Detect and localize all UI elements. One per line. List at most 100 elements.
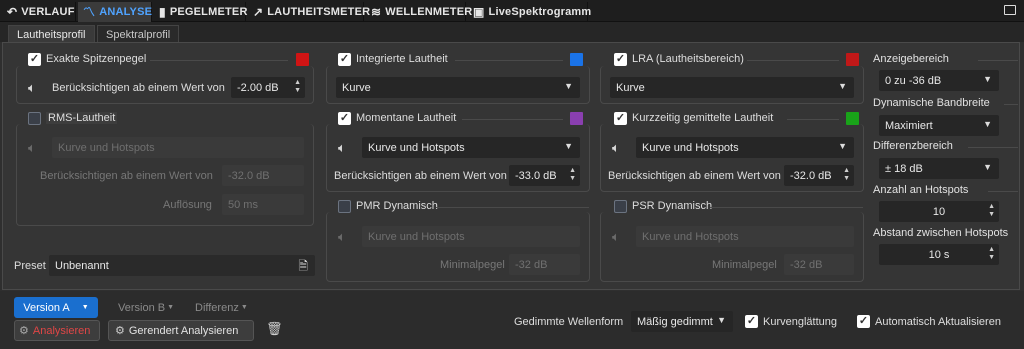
render-analyze-button[interactable]: ⚙ Gerendert Analysieren	[108, 320, 254, 341]
tab-spektralprofil[interactable]: Spektralprofil	[97, 25, 180, 43]
dyn-value: Maximiert	[885, 119, 933, 132]
chevron-down-icon: ▼	[983, 119, 992, 129]
integrated-color-swatch[interactable]	[570, 53, 583, 66]
psr-min-label: Minimalpegel	[712, 259, 777, 271]
dyn-dropdown[interactable]: Maximiert ▼	[879, 115, 999, 136]
chevron-down-icon: ▼	[167, 304, 175, 311]
lra-mode-dropdown[interactable]: Kurve ▼	[610, 77, 854, 98]
tab-verlauf-label: VERLAUF	[21, 6, 75, 18]
tab-lautheitsmeter-label: LAUTHEITSMETER	[267, 6, 371, 18]
tab-livespektrogramm[interactable]: ▣ LiveSpektrogramm	[468, 2, 591, 22]
exakte-checkbox[interactable]: ✓	[28, 53, 41, 66]
difference-button[interactable]: Differenz ▼	[195, 297, 248, 318]
rms-value-stepper[interactable]: -32.0 dB	[222, 165, 304, 186]
stepper-arrows-icon[interactable]: ▲ ▼	[294, 79, 301, 95]
stepper-arrows-icon[interactable]: ▲ ▼	[843, 167, 850, 183]
waveform-value: Mäßig gedimmt	[637, 315, 713, 328]
tab-pegelmeter-label: PEGELMETER	[169, 6, 248, 18]
integrated-mode-dropdown[interactable]: Kurve ▼	[336, 77, 580, 98]
tab-analyse-label: ANALYSE	[99, 6, 153, 18]
auto-update-checkbox[interactable]: ✓	[857, 315, 870, 328]
hotspots-stepper[interactable]: 10 ▲ ▼	[879, 201, 999, 222]
version-a-button[interactable]: Version A ▼	[14, 297, 98, 318]
chevron-down-icon: ▼	[717, 315, 726, 325]
exakte-value-stepper[interactable]: -2.00 dB ▲ ▼	[231, 77, 305, 98]
tab-verlauf[interactable]: ↶ VERLAUF	[2, 2, 76, 22]
version-b-button[interactable]: Version B ▼	[118, 297, 174, 318]
short-term-mode-value: Kurve und Hotspots	[642, 141, 739, 154]
short-term-consider-label: Berücksichtigen ab einem Wert von	[608, 170, 781, 182]
integrated-checkbox[interactable]: ✓	[338, 53, 351, 66]
distance-value: 10 s	[928, 248, 950, 261]
hotspots-label: Anzahl an Hotspots	[873, 184, 969, 196]
exakte-color-swatch[interactable]	[296, 53, 309, 66]
pmr-mode-dropdown[interactable]: Kurve und Hotspots	[362, 226, 580, 247]
difference-label: Differenz	[195, 301, 239, 314]
lra-label: LRA (Lautheitsbereich)	[632, 53, 744, 65]
integrated-label: Integrierte Lautheit	[356, 53, 448, 65]
rms-res-value: 50 ms	[228, 198, 258, 211]
momentary-mode-dropdown[interactable]: Kurve und Hotspots ▼	[362, 137, 580, 158]
chevron-down-icon: ▼	[983, 74, 992, 84]
speaker-icon: 🔈︎	[338, 140, 346, 155]
psr-min-stepper[interactable]: -32 dB	[784, 254, 854, 275]
preset-label: Preset	[14, 260, 46, 272]
rms-mode-dropdown[interactable]: Kurve und Hotspots	[52, 137, 304, 158]
tab-wellenmeter[interactable]: ≋ WELLENMETER	[366, 2, 472, 22]
rms-res-stepper[interactable]: 50 ms	[222, 194, 304, 215]
pmr-label: PMR Dynamisch	[356, 200, 438, 212]
divider	[436, 207, 589, 208]
psr-mode-dropdown[interactable]: Kurve und Hotspots	[636, 226, 854, 247]
preset-value: Unbenannt	[55, 259, 109, 272]
exakte-label: Exakte Spitzenpegel	[46, 53, 147, 65]
psr-label: PSR Dynamisch	[632, 200, 713, 212]
distance-stepper[interactable]: 10 s ▲ ▼	[879, 244, 999, 265]
divider	[455, 60, 563, 61]
pmr-mode-value: Kurve und Hotspots	[368, 230, 465, 243]
tab-analyse[interactable]: 〽 ANALYSE	[78, 2, 152, 22]
save-preset-icon[interactable]: 🗎	[298, 257, 308, 278]
pmr-min-value: -32 dB	[515, 258, 548, 271]
divider	[978, 60, 1018, 61]
momentary-consider-label: Berücksichtigen ab einem Wert von	[334, 170, 507, 182]
range-label: Anzeigebereich	[873, 53, 949, 65]
lra-checkbox[interactable]: ✓	[614, 53, 627, 66]
exakte-value: -2.00 dB	[237, 81, 279, 94]
range-dropdown[interactable]: 0 zu -36 dB ▼	[879, 70, 999, 91]
stepper-arrows-icon[interactable]: ▲ ▼	[988, 246, 995, 262]
short-term-mode-dropdown[interactable]: Kurve und Hotspots ▼	[636, 137, 854, 158]
tab-pegelmeter[interactable]: ▮ PEGELMETER	[154, 2, 248, 22]
diff-value: ± 18 dB	[885, 162, 923, 175]
layout-icon[interactable]	[1004, 5, 1016, 15]
analyze-label: Analysieren	[32, 324, 91, 337]
lra-color-swatch[interactable]	[846, 53, 859, 66]
tab-lautheitsprofil[interactable]: Lautheitsprofil	[8, 25, 95, 43]
short-term-value-stepper[interactable]: -32.0 dB ▲ ▼	[784, 165, 854, 186]
pmr-min-stepper[interactable]: -32 dB	[509, 254, 580, 275]
smoothing-checkbox[interactable]: ✓	[745, 315, 758, 328]
diff-label: Differenzbereich	[873, 140, 953, 152]
short-term-value: -32.0 dB	[790, 169, 832, 182]
analyse-icon: 〽	[83, 5, 96, 19]
chevron-down-icon: ▼	[81, 304, 89, 311]
diff-dropdown[interactable]: ± 18 dB ▼	[879, 158, 999, 179]
waveform-label: Gedimmte Wellenform	[514, 316, 624, 328]
momentary-label: Momentane Lautheit	[356, 112, 457, 124]
divider	[150, 60, 288, 61]
trash-icon[interactable]: 🗑	[266, 321, 283, 337]
momentary-value-stepper[interactable]: -33.0 dB ▲ ▼	[509, 165, 580, 186]
chevron-down-icon: ▼	[564, 81, 573, 91]
psr-min-value: -32 dB	[790, 258, 823, 271]
tab-lautheitsmeter[interactable]: ↗ LAUTHEITSMETER	[248, 2, 370, 22]
analyze-button[interactable]: ⚙ Analysieren	[14, 320, 100, 341]
stepper-arrows-icon[interactable]: ▲ ▼	[569, 167, 576, 183]
chevron-down-icon: ▼	[838, 81, 847, 91]
waveform-dropdown[interactable]: Mäßig gedimmt ▼	[631, 311, 733, 332]
preset-field[interactable]: Unbenannt 🗎	[49, 255, 315, 276]
lra-mode-value: Kurve	[616, 81, 645, 94]
divider	[462, 119, 563, 120]
stepper-arrows-icon[interactable]: ▲ ▼	[988, 203, 995, 219]
divider	[710, 207, 863, 208]
speaker-icon: 🔈︎	[338, 229, 346, 244]
divider	[787, 119, 839, 120]
